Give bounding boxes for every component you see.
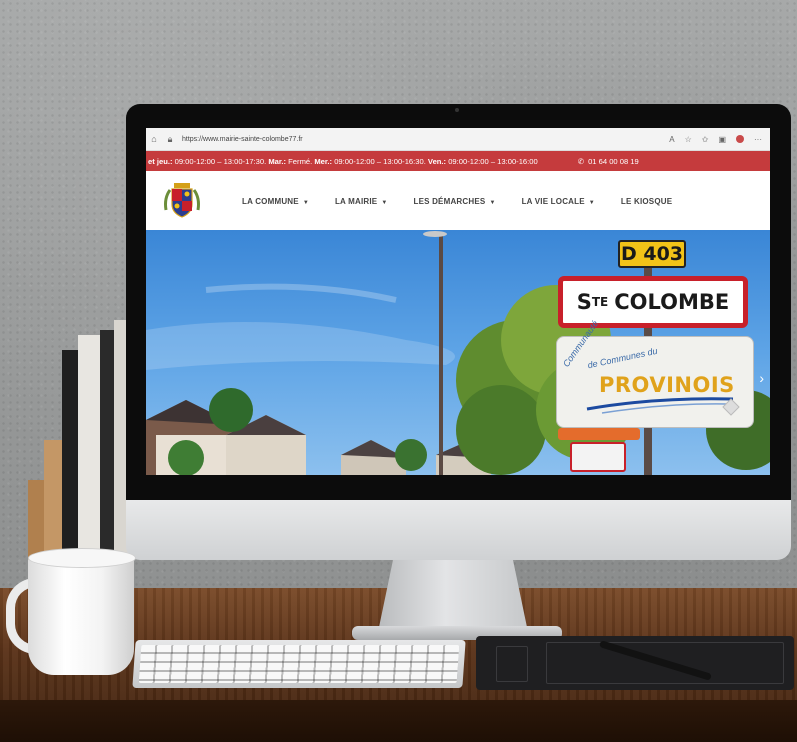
favorites-bar-icon[interactable]: ✩ <box>702 135 709 144</box>
more-icon[interactable]: ··· <box>754 135 762 144</box>
road-number-sign: D 403 <box>618 240 686 268</box>
hours-text: 09:00-12:00 – 13:00-17:30. <box>172 156 269 166</box>
favorite-icon[interactable]: ☆ <box>685 135 692 144</box>
graphics-tablet <box>476 636 794 690</box>
caret-down-icon: ▼ <box>588 199 595 206</box>
phone-icon: ✆ <box>577 156 585 166</box>
keyboard <box>132 640 466 688</box>
hero-slider[interactable]: D 403 S TE COLOMBE Communauté de Communes … <box>146 230 770 475</box>
desk-edge <box>0 700 797 742</box>
monitor-chin <box>126 500 791 560</box>
menu-item-la-commune[interactable]: LA COMMUNE ▼ <box>242 197 309 206</box>
camera-icon <box>455 108 459 112</box>
caret-down-icon: ▼ <box>489 199 496 206</box>
collections-icon[interactable]: ▣ <box>718 135 726 144</box>
address-bar[interactable]: https://www.mairie-sainte-colombe77.fr <box>182 136 669 143</box>
monitor-stand <box>378 560 528 632</box>
hours-day-label: Mar.: <box>268 156 287 166</box>
slider-next-arrow-icon[interactable]: › <box>759 370 764 386</box>
hours-day-label: Ven.: <box>427 156 447 166</box>
opening-hours: et jeu.: 09:00-12:00 – 13:00-17:30. Mar.… <box>148 157 538 166</box>
lock-icon[interactable]: 🔒︎ <box>162 134 178 145</box>
home-icon[interactable]: ⌂ <box>146 134 162 144</box>
hours-text: 09:00-12:00 – 13:00-16:30. <box>332 156 428 166</box>
hours-text: 09:00-12:00 – 13:00-16:00 <box>446 156 538 166</box>
menu-item-la-mairie[interactable]: LA MAIRIE ▼ <box>335 197 388 206</box>
browser-toolbar: ⌂ 🔒︎ https://www.mairie-sainte-colombe77… <box>146 128 770 151</box>
hours-day-label: et jeu.: <box>148 156 173 166</box>
menu: LA COMMUNE ▼ LA MAIRIE ▼ LES DÉMARCHES ▼ LA… <box>242 197 672 206</box>
phone-link[interactable]: ✆ 01 64 00 08 19 <box>578 157 639 166</box>
small-orange-sign <box>558 428 640 440</box>
main-navigation: LA COMMUNE ▼ LA MAIRIE ▼ LES DÉMARCHES ▼ LA… <box>146 171 770 231</box>
caret-down-icon: ▼ <box>381 199 388 206</box>
small-white-sign <box>570 442 626 472</box>
mug-rim <box>28 548 136 568</box>
caret-down-icon: ▼ <box>302 199 309 206</box>
town-coat-of-arms-logo[interactable] <box>160 180 204 222</box>
phone-number: 01 64 00 08 19 <box>588 156 639 166</box>
opening-hours-bar: et jeu.: 09:00-12:00 – 13:00-17:30. Mar.… <box>146 151 770 171</box>
coffee-mug <box>28 555 134 675</box>
menu-item-les-demarches[interactable]: LES DÉMARCHES ▼ <box>413 197 495 206</box>
profile-icon[interactable] <box>736 134 744 143</box>
hours-day-label: Mer.: <box>314 156 333 166</box>
sign-swoosh <box>586 397 740 416</box>
read-aloud-icon[interactable]: A <box>669 135 674 144</box>
community-sign: Communauté de Communes du PROVINOIS <box>556 319 754 428</box>
monitor-screen: ⌂ 🔒︎ https://www.mairie-sainte-colombe77… <box>146 128 770 475</box>
menu-item-la-vie-locale[interactable]: LA VIE LOCALE ▼ <box>522 197 595 206</box>
menu-item-le-kiosque[interactable]: LE KIOSQUE <box>621 197 672 206</box>
hours-text: Fermé. <box>286 156 315 166</box>
town-name-sign: S TE COLOMBE <box>558 276 748 328</box>
